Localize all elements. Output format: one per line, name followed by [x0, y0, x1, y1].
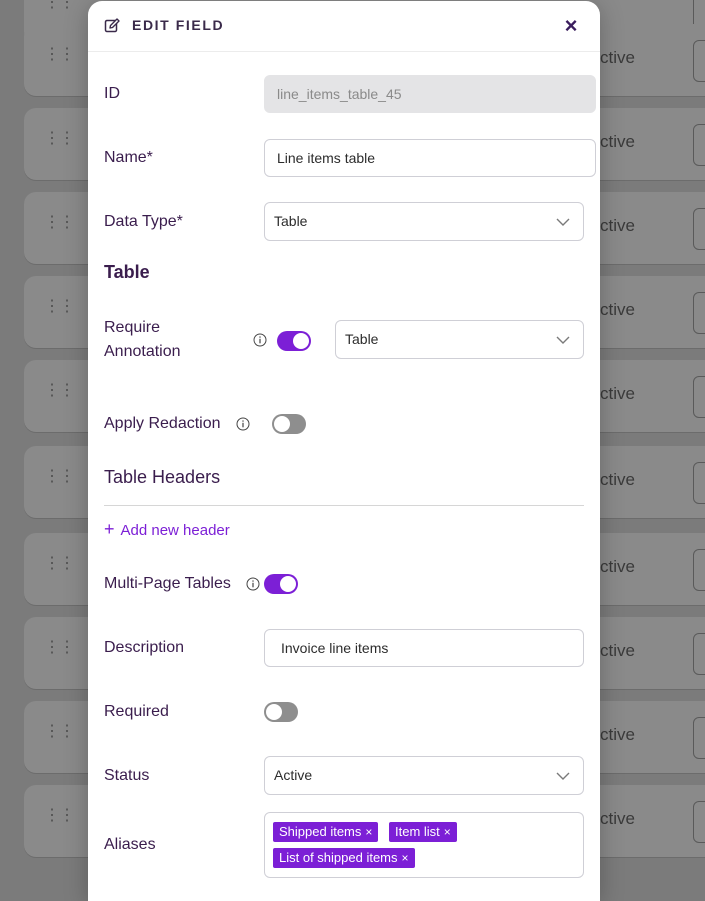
status-text: ctive [600, 641, 635, 660]
plus-icon: + [104, 519, 115, 539]
apply-redaction-label: Apply Redaction [104, 415, 221, 432]
status-text: ctive [600, 132, 635, 151]
info-icon[interactable] [246, 577, 260, 591]
toggle-knob [266, 704, 282, 720]
description-field[interactable]: Invoice line items [264, 629, 584, 667]
row-action-box [693, 462, 705, 504]
drag-handle-icon: ⋮⋮ [44, 723, 75, 740]
multi-page-label: Multi-Page Tables [104, 575, 231, 592]
status-text: ctive [600, 48, 635, 67]
toggle-knob [274, 416, 290, 432]
drag-handle-icon: ⋮⋮ [44, 807, 75, 824]
data-type-value: Table [274, 213, 308, 229]
remove-chip-icon[interactable]: × [444, 825, 451, 839]
status-text: ctive [600, 557, 635, 576]
drag-handle-icon: ⋮⋮ [44, 468, 75, 485]
remove-chip-icon[interactable]: × [365, 825, 372, 839]
require-annotation-toggle[interactable] [277, 331, 311, 351]
require-annotation-label-line1: Require [104, 319, 161, 336]
status-text: ctive [600, 809, 635, 828]
name-field[interactable]: Line items table [264, 139, 596, 177]
alias-chip-label: List of shipped items [279, 850, 398, 865]
edit-field-modal: EDIT FIELD × ID line_items_table_45 Name… [88, 1, 600, 901]
drag-handle-icon: ⋮⋮ [44, 214, 75, 231]
description-label: Description [104, 639, 185, 656]
row-action-box [693, 292, 705, 334]
row-action-box [693, 124, 705, 166]
toggle-knob [280, 576, 296, 592]
data-type-label: Data Type* [104, 213, 183, 230]
status-text: ctive [600, 300, 635, 319]
row-action-box [693, 40, 705, 82]
apply-redaction-toggle[interactable] [272, 414, 306, 434]
row-action-box [693, 801, 705, 843]
close-icon[interactable]: × [560, 15, 582, 37]
drag-handle-icon: ⋮⋮ [44, 382, 75, 399]
table-headers-title: Table Headers [104, 467, 221, 487]
chevron-down-icon [556, 218, 570, 226]
drag-handle-icon: ⋮⋮ [44, 46, 75, 63]
row-action-box [693, 376, 705, 418]
row-action-box [693, 549, 705, 591]
drag-handle-icon: ⋮⋮ [44, 555, 75, 572]
status-label: Status [104, 767, 150, 784]
required-label: Required [104, 703, 169, 720]
chevron-down-icon [556, 336, 570, 344]
modal-title: EDIT FIELD [132, 17, 225, 33]
annotation-type-value: Table [345, 331, 379, 347]
aliases-label: Aliases [104, 836, 156, 853]
remove-chip-icon[interactable]: × [402, 851, 409, 865]
alias-chip: Item list × [389, 822, 457, 842]
name-label: Name* [104, 149, 153, 166]
table-section-title: Table [104, 262, 150, 282]
multi-page-toggle[interactable] [264, 574, 298, 594]
status-text: ctive [600, 384, 635, 403]
alias-chip: Shipped items × [273, 822, 379, 842]
chevron-down-icon [556, 772, 570, 780]
alias-chip-label: Item list [395, 824, 440, 839]
info-icon[interactable] [253, 333, 267, 347]
edit-icon [104, 18, 120, 33]
id-field: line_items_table_45 [264, 75, 596, 113]
status-text: ctive [600, 725, 635, 744]
row-action-box [693, 633, 705, 675]
row-action-box [693, 208, 705, 250]
add-header-button[interactable]: + Add new header [104, 519, 230, 540]
annotation-type-select[interactable]: Table [335, 320, 584, 359]
status-text: ctive [600, 470, 635, 489]
data-type-select[interactable]: Table [264, 202, 584, 241]
status-text: ctive [600, 216, 635, 235]
required-toggle[interactable] [264, 702, 298, 722]
alias-chip: List of shipped items × [273, 848, 415, 868]
drag-handle-icon: ⋮⋮ [44, 0, 75, 11]
modal-header: EDIT FIELD × [88, 1, 600, 52]
drag-handle-icon: ⋮⋮ [44, 639, 75, 656]
id-label: ID [104, 85, 120, 102]
drag-handle-icon: ⋮⋮ [44, 130, 75, 147]
status-value: Active [274, 767, 313, 783]
status-select[interactable]: Active [264, 756, 584, 795]
toggle-knob [293, 333, 309, 349]
drag-handle-icon: ⋮⋮ [44, 298, 75, 315]
info-icon[interactable] [236, 417, 250, 431]
row-action-box [693, 717, 705, 759]
aliases-input[interactable]: Shipped items × Item list × List of shippe… [264, 812, 584, 878]
divider [104, 505, 584, 506]
add-header-label: Add new header [120, 522, 230, 539]
alias-chip-label: Shipped items [279, 824, 362, 839]
require-annotation-label-line2: Annotation [104, 343, 181, 360]
